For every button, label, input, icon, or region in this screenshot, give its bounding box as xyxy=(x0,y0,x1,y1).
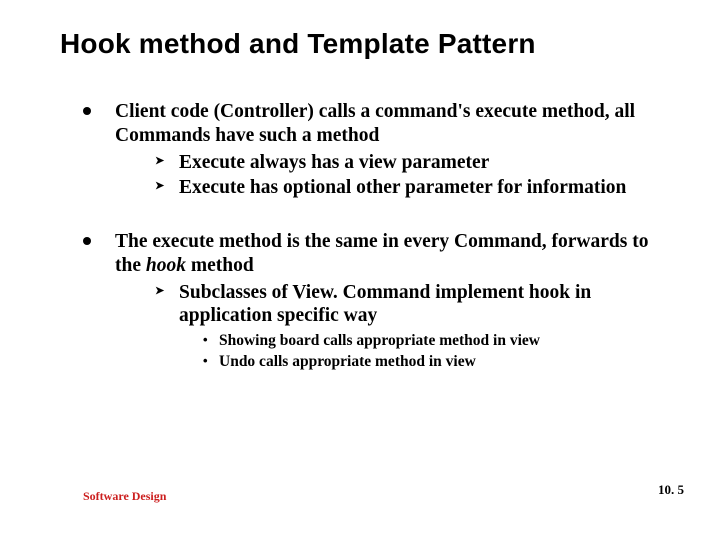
chevron-icon: ➤ xyxy=(155,180,164,193)
slide-number: 10. 5 xyxy=(658,482,684,498)
chevron-icon: ➤ xyxy=(155,155,164,168)
chevron-icon: ➤ xyxy=(155,285,164,298)
bullet-2-child-1: ➤ Subclasses of View. Command implement … xyxy=(115,281,663,329)
bullet-1: Client code (Controller) calls a command… xyxy=(83,100,663,200)
bullet-2-grandchild-1: • Showing board calls appropriate method… xyxy=(115,332,663,351)
bullet-2-grandchild-2: • Undo calls appropriate method in view xyxy=(115,353,663,372)
content-body: Client code (Controller) calls a command… xyxy=(83,100,663,378)
page-title: Hook method and Template Pattern xyxy=(60,28,536,60)
bullet-2-grandchild-2-text: Undo calls appropriate method in view xyxy=(219,353,476,370)
bullet-icon: • xyxy=(203,353,208,369)
bullet-icon: • xyxy=(203,332,208,348)
bullet-1-child-1: ➤ Execute always has a view parameter xyxy=(115,151,663,175)
bullet-1-children: ➤ Execute always has a view parameter ➤ … xyxy=(115,151,663,201)
bullet-2-grandchildren: • Showing board calls appropriate method… xyxy=(115,332,663,372)
bullet-1-child-2-text: Execute has optional other parameter for… xyxy=(179,177,626,198)
bullet-2: The execute method is the same in every … xyxy=(83,230,663,372)
bullet-2-children: ➤ Subclasses of View. Command implement … xyxy=(115,281,663,372)
bullet-2-grandchild-1-text: Showing board calls appropriate method i… xyxy=(219,332,540,349)
bullet-2-child-1-text: Subclasses of View. Command implement ho… xyxy=(179,282,591,327)
dot-icon xyxy=(83,237,91,245)
bullet-2-part2: method xyxy=(186,255,254,276)
bullet-1-text: Client code (Controller) calls a command… xyxy=(115,101,635,146)
bullet-2-hook-word: hook xyxy=(146,255,186,276)
slide: Hook method and Template Pattern Client … xyxy=(0,0,720,540)
bullet-1-child-2: ➤ Execute has optional other parameter f… xyxy=(115,176,663,200)
dot-icon xyxy=(83,107,91,115)
bullet-1-child-1-text: Execute always has a view parameter xyxy=(179,152,489,173)
footer-left: Software Design xyxy=(83,489,166,504)
